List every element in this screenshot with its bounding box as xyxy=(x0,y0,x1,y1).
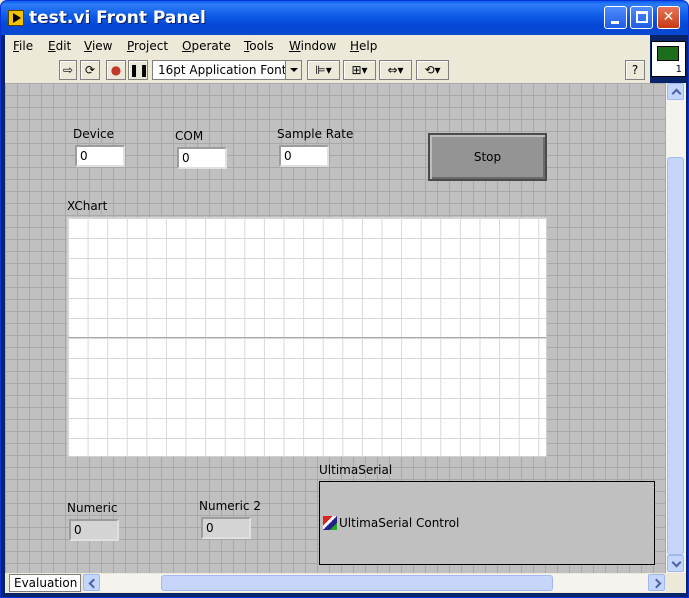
com-input[interactable]: 0 xyxy=(177,147,227,169)
vi-icon-number: 1 xyxy=(675,64,682,75)
run-continuously-icon: ⟳ xyxy=(84,63,96,77)
menu-tools[interactable]: Tools xyxy=(244,39,274,53)
ultimaserial-label: UltimaSerial xyxy=(319,463,393,477)
menu-project[interactable]: Project xyxy=(127,39,168,53)
chart-center-line xyxy=(68,337,546,338)
scroll-left-button[interactable] xyxy=(83,574,100,591)
title-bar[interactable]: test.vi Front Panel ✕ xyxy=(1,1,688,35)
minimize-icon xyxy=(611,21,619,24)
sample-rate-label: Sample Rate xyxy=(277,127,354,141)
sample-rate-input[interactable]: 0 xyxy=(279,145,329,167)
context-help-button[interactable]: ? xyxy=(625,60,645,80)
ultimaserial-control-text: UltimaSerial Control xyxy=(339,516,460,530)
device-label: Device xyxy=(73,127,115,141)
abort-button[interactable]: ● xyxy=(106,60,126,80)
minimize-button[interactable] xyxy=(604,6,627,29)
window-title: test.vi Front Panel xyxy=(29,8,206,28)
maximize-button[interactable] xyxy=(630,6,653,29)
font-select-value: 16pt Application Font xyxy=(158,63,287,77)
size-grip[interactable] xyxy=(666,573,686,593)
menu-bar: File Edit View Project Operate Tools Win… xyxy=(5,35,650,57)
toolbar: ⇨ ⟳ ● ❚❚ 16pt Application Font ⊫▾ ⊞▾ ⇔▾ … xyxy=(5,57,650,83)
numeric-indicator: 0 xyxy=(69,519,119,541)
pause-icon: ❚❚ xyxy=(129,63,150,77)
vi-screen-icon xyxy=(657,46,679,61)
ultimaserial-activex-container[interactable]: UltimaSerial Control xyxy=(319,481,655,565)
close-button[interactable]: ✕ xyxy=(657,6,680,29)
maximize-icon xyxy=(636,11,648,23)
numeric-2-label: Numeric 2 xyxy=(199,499,261,513)
resize-objects-button[interactable]: ⇔▾ xyxy=(379,60,412,80)
run-continuously-button[interactable]: ⟳ xyxy=(80,60,100,80)
help-icon: ? xyxy=(631,63,639,77)
bottom-bar: Evaluation xyxy=(5,573,666,593)
menu-operate[interactable]: Operate xyxy=(182,39,231,53)
menu-window[interactable]: Window xyxy=(289,39,336,53)
front-panel-window: test.vi Front Panel ✕ File Edit View Pro… xyxy=(0,0,689,598)
align-objects-button[interactable]: ⊫▾ xyxy=(307,60,340,80)
reorder-button[interactable]: ⟲▾ xyxy=(416,60,449,80)
xchart-label: XChart xyxy=(67,199,108,213)
com-label: COM xyxy=(175,129,204,143)
horizontal-scroll-thumb[interactable] xyxy=(161,575,553,591)
xchart-plot-area[interactable] xyxy=(67,217,547,457)
evaluation-tab[interactable]: Evaluation xyxy=(9,574,81,592)
resize-objects-icon: ⇔▾ xyxy=(387,63,404,77)
scroll-right-button[interactable] xyxy=(648,574,665,591)
labview-vi-icon xyxy=(8,10,24,26)
align-objects-icon: ⊫▾ xyxy=(315,63,332,77)
distribute-objects-icon: ⊞▾ xyxy=(351,63,368,77)
menu-help[interactable]: Help xyxy=(350,39,377,53)
vi-connector-icon[interactable]: 1 xyxy=(651,41,686,77)
distribute-objects-button[interactable]: ⊞▾ xyxy=(343,60,376,80)
horizontal-scrollbar[interactable] xyxy=(83,574,665,592)
vertical-scroll-thumb[interactable] xyxy=(667,157,684,555)
chevron-down-icon xyxy=(285,61,301,79)
pause-button[interactable]: ❚❚ xyxy=(128,60,150,80)
activex-control-icon xyxy=(323,516,337,530)
font-select[interactable]: 16pt Application Font xyxy=(152,60,302,80)
stop-button[interactable]: Stop xyxy=(428,133,547,181)
menu-view[interactable]: View xyxy=(84,39,112,53)
run-button[interactable]: ⇨ xyxy=(59,60,77,80)
scroll-down-button[interactable] xyxy=(667,555,684,572)
scroll-up-button[interactable] xyxy=(667,83,684,100)
reorder-icon: ⟲▾ xyxy=(424,63,441,77)
device-input[interactable]: 0 xyxy=(75,145,125,167)
close-icon: ✕ xyxy=(662,9,675,25)
run-arrow-icon: ⇨ xyxy=(62,63,74,77)
numeric-2-indicator: 0 xyxy=(201,517,251,539)
menu-edit[interactable]: Edit xyxy=(48,39,71,53)
numeric-label: Numeric xyxy=(67,501,118,515)
abort-stop-icon: ● xyxy=(110,63,122,77)
front-panel-canvas: Device 0 COM 0 Sample Rate 0 Stop XChart… xyxy=(5,83,666,573)
menu-file[interactable]: File xyxy=(13,39,33,53)
vertical-scrollbar[interactable] xyxy=(666,83,686,573)
